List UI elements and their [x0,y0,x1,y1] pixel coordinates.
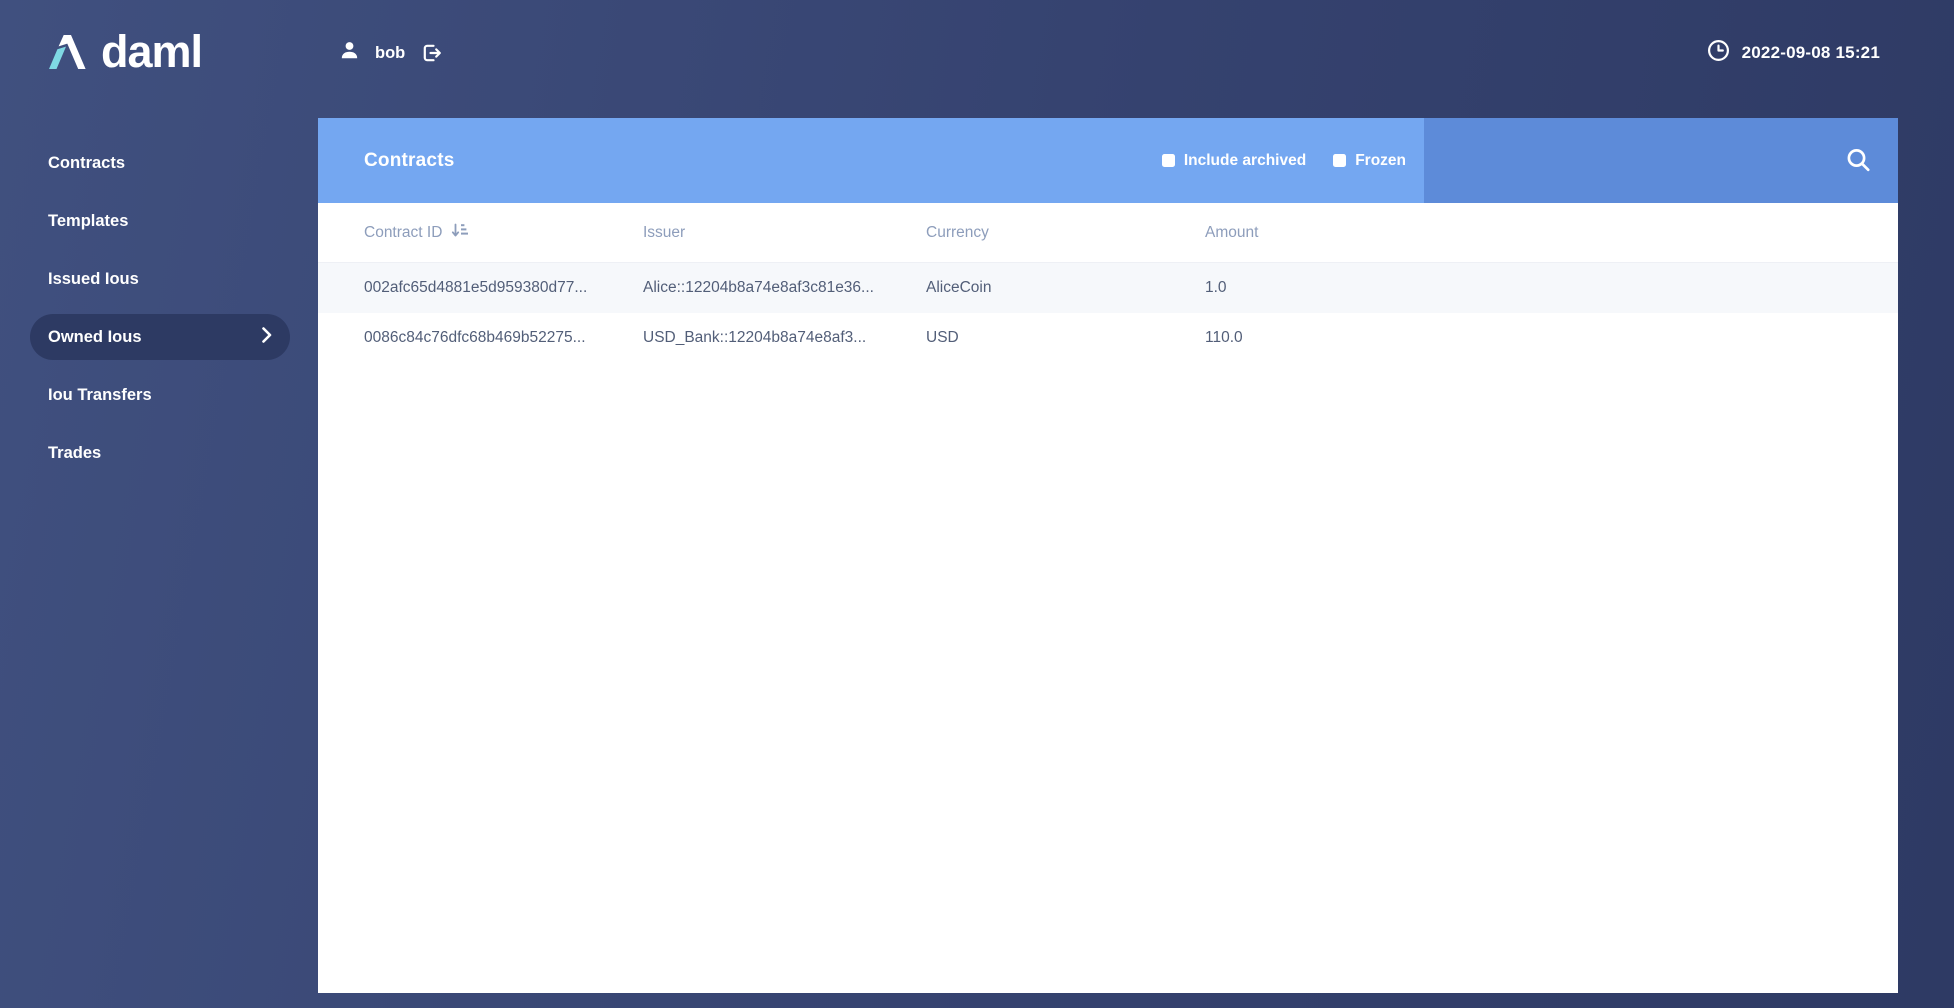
daml-logo-icon [47,32,87,77]
table-row[interactable]: 002afc65d4881e5d959380d77... Alice::1220… [318,263,1898,313]
sidebar-item-label: Contracts [48,154,125,173]
clock-block: 2022-09-08 15:21 [1707,0,1880,106]
clock-icon [1707,39,1730,67]
datetime-label: 2022-09-08 15:21 [1742,43,1880,63]
checkbox-icon[interactable] [1162,154,1175,167]
sidebar-item-label: Templates [48,212,128,231]
table-row[interactable]: 0086c84c76dfc68b469b52275... USD_Bank::1… [318,313,1898,363]
sidebar-item-templates[interactable]: Templates [0,198,318,244]
sidebar-item-iou-transfers[interactable]: Iou Transfers [0,372,318,418]
daml-logo: daml [47,32,202,77]
sidebar-item-owned-ious[interactable]: Owned Ious [30,314,290,360]
include-archived-label: Include archived [1184,152,1306,170]
sort-descending-icon [451,222,468,244]
app-root: daml bob 2022-09-08 15:21 [0,0,1954,1008]
contracts-header: Contracts Include archived Frozen [318,118,1898,203]
column-label: Contract ID [364,224,442,242]
user-block: bob [339,0,442,106]
cell-issuer: Alice::12204b8a74e8af3c81e36... [643,279,926,297]
cell-contract-id: 002afc65d4881e5d959380d77... [364,279,643,297]
cell-currency: USD [926,329,1205,347]
frozen-checkbox[interactable]: Frozen [1333,152,1406,170]
column-header-contract-id[interactable]: Contract ID [364,222,643,244]
sidebar-item-label: Owned Ious [48,328,142,347]
include-archived-checkbox[interactable]: Include archived [1162,152,1306,170]
cell-currency: AliceCoin [926,279,1205,297]
column-header-amount[interactable]: Amount [1205,224,1898,242]
sidebar-item-label: Trades [48,444,101,463]
daml-logo-text: daml [101,32,202,72]
sidebar-item-label: Issued Ious [48,270,139,289]
sidebar-item-label: Iou Transfers [48,386,152,405]
filter-controls: Include archived Frozen [1162,152,1406,170]
checkbox-icon[interactable] [1333,154,1346,167]
user-icon [339,40,360,66]
sidebar-item-trades[interactable]: Trades [0,430,318,476]
search-icon[interactable] [1845,147,1872,174]
contracts-panel: Contracts Include archived Frozen [318,118,1898,993]
sidebar: Contracts Templates Issued Ious Owned Io… [0,118,318,1008]
column-header-currency[interactable]: Currency [926,224,1205,242]
frozen-label: Frozen [1355,152,1406,170]
logout-icon[interactable] [420,42,442,64]
cell-issuer: USD_Bank::12204b8a74e8af3... [643,329,926,347]
sidebar-item-issued-ious[interactable]: Issued Ious [0,256,318,302]
chevron-right-icon [262,327,272,348]
sidebar-item-contracts[interactable]: Contracts [0,140,318,186]
cell-contract-id: 0086c84c76dfc68b469b52275... [364,329,643,347]
column-header-issuer[interactable]: Issuer [643,224,926,242]
cell-amount: 110.0 [1205,329,1898,347]
search-bar[interactable] [1424,118,1898,203]
page-title: Contracts [364,150,454,172]
table-header-row: Contract ID Issuer [318,203,1898,263]
cell-amount: 1.0 [1205,279,1898,297]
username: bob [375,44,405,63]
